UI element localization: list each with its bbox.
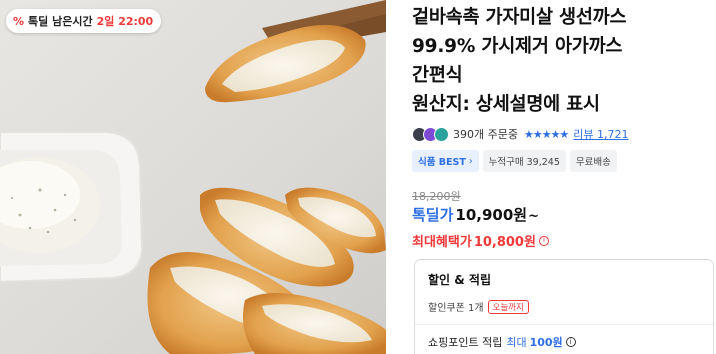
chevron-right-icon: › (468, 155, 473, 167)
tag-food-best-label: 식품 BEST (418, 157, 466, 168)
deal-price: 톡딜가 10,900원 ~ (412, 204, 539, 225)
deal-timer-time: 2일 22:00 (96, 15, 154, 28)
product-title-line: 겉바속촉 가자미살 생선까스 (412, 7, 627, 28)
rating-stars: ★★★★★ (523, 127, 569, 141)
product-info-panel: 겉바속촉 가자미살 생선까스 99.9% 가시제거 아가까스 간편식 원산지: … (412, 0, 716, 354)
benefit-title: 할인 & 적립 (428, 273, 491, 287)
divider (415, 324, 713, 325)
max-benefit-amount: 10,800원 (473, 235, 536, 250)
deal-price-tilde: ~ (528, 209, 539, 224)
product-tags: 식품 BEST › 누적구매 39,245 무료배송 (412, 150, 617, 172)
deal-timer-label: 톡딜 남은시간 (28, 15, 93, 28)
coupon-deadline-badge: 오늘까지 (487, 299, 529, 314)
order-count: 390개 주문중 (453, 128, 518, 141)
product-title: 겉바속촉 가자미살 생선까스 99.9% 가시제거 아가까스 간편식 원산지: … (412, 3, 712, 119)
deal-price-label: 톡딜가 (412, 206, 454, 224)
max-benefit-label: 최대혜택가 (412, 235, 472, 250)
deal-timer-badge: % 톡딜 남은시간 2일 22:00 (6, 9, 162, 33)
points-max-label: 최대 (506, 336, 527, 349)
discount-benefit-box: 할인 & 적립 할인쿠폰 1개 오늘까지 쇼핑포인트 적립 최대 100원 i (414, 259, 714, 354)
points-label: 쇼핑포인트 적립 (428, 336, 503, 349)
original-price: 18,200원 (412, 190, 461, 203)
coupon-row[interactable]: 할인쿠폰 1개 오늘까지 (428, 299, 700, 314)
points-value: 100원 (529, 336, 563, 349)
tag-cumulative-purchases: 누적구매 39,245 (482, 150, 566, 172)
tag-food-best[interactable]: 식품 BEST › (412, 150, 479, 172)
info-icon[interactable]: i (538, 235, 549, 246)
tag-free-shipping: 무료배송 (569, 150, 617, 172)
info-icon[interactable]: i (565, 337, 576, 347)
deal-price-amount: 10,900원 (455, 206, 528, 224)
review-count-link[interactable]: 리뷰 1,721 (573, 126, 628, 142)
buyer-avatars (412, 126, 449, 142)
product-title-line: 간편식 (412, 65, 463, 86)
fish-cutlet-photo (0, 0, 386, 354)
percent-icon: % (13, 14, 25, 28)
points-row: 쇼핑포인트 적립 최대 100원 i (428, 334, 700, 350)
product-title-line: 원산지: 상세설명에 표시 (412, 94, 600, 115)
product-image: % 톡딜 남은시간 2일 22:00 (0, 0, 386, 354)
coupon-text: 할인쿠폰 1개 (428, 303, 484, 314)
review-row: 390개 주문중 ★★★★★ 리뷰 1,721 (412, 125, 629, 143)
max-benefit-price: 최대혜택가 10,800원 i (412, 231, 549, 250)
product-title-line: 99.9% 가시제거 아가까스 (412, 36, 623, 57)
avatar (434, 126, 449, 142)
